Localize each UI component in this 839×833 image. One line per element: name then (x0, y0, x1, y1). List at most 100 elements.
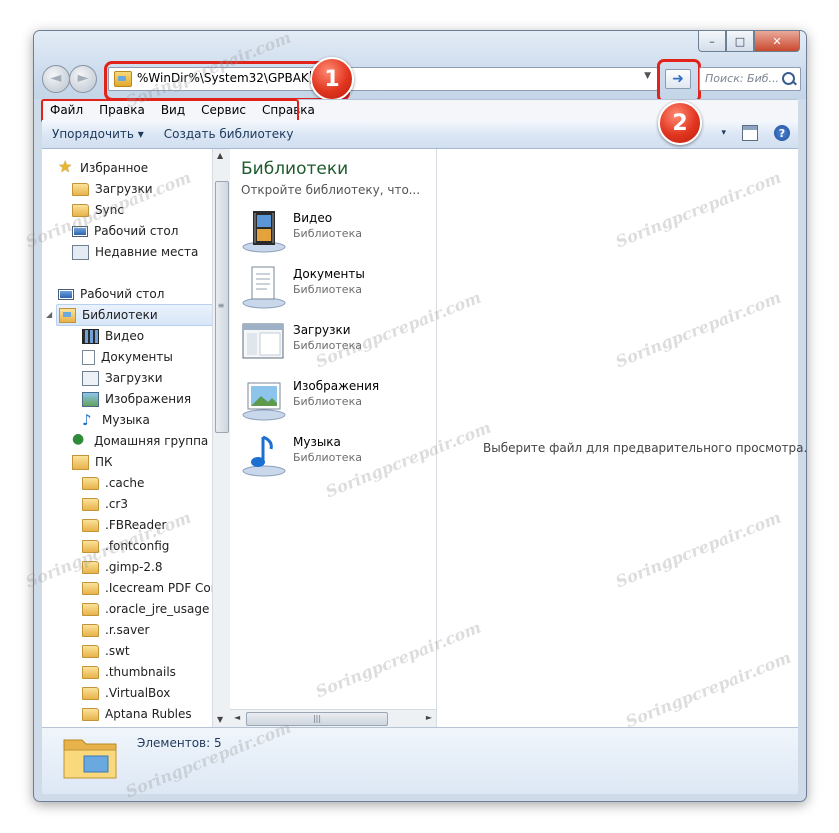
tree-label: .VirtualBox (105, 686, 171, 700)
folder-icon (82, 707, 99, 721)
tree-label: Загрузки (105, 371, 163, 385)
views-dropdown-icon[interactable]: ▾ (721, 128, 726, 138)
libraries-scroll-thumb[interactable]: ||| (246, 712, 388, 726)
pictures-icon (82, 391, 99, 407)
tree-label: Sync (95, 203, 124, 217)
tree-item-libraries[interactable]: Библиотеки (56, 304, 212, 326)
tree-label: .cache (105, 476, 145, 490)
documents-library-icon (242, 266, 286, 309)
tree-label: Музыка (102, 413, 150, 427)
minimize-button[interactable]: – (698, 31, 726, 52)
scroll-up-icon[interactable]: ▲ (217, 151, 223, 160)
caption-buttons: – □ ✕ (698, 31, 800, 53)
nav-scrollbar[interactable]: ▲ ≡ ▼ (212, 149, 230, 727)
content-area: Избранное Загрузки Sync Рабочий стол Нед… (42, 149, 806, 728)
tree-label: Рабочий стол (80, 287, 165, 301)
tree-label: Рабочий стол (94, 224, 179, 238)
tree-label: .cr3 (105, 497, 128, 511)
tree-label: Видео (105, 329, 145, 343)
folder-icon (72, 182, 89, 196)
library-type: Библиотека (293, 227, 362, 240)
search-icon[interactable] (782, 72, 795, 85)
library-item-images[interactable]: Изображения Библиотека (241, 373, 426, 425)
video-icon (82, 328, 99, 344)
maximize-button[interactable]: □ (726, 31, 754, 52)
tree-item-images[interactable]: Изображения (82, 389, 191, 409)
tree-item-music[interactable]: Музыка (82, 410, 150, 430)
help-icon[interactable]: ? (774, 125, 790, 141)
back-button[interactable]: ◄ (42, 65, 70, 93)
tree-item-video[interactable]: Видео (82, 326, 144, 346)
library-item-video[interactable]: Видео Библиотека (241, 205, 426, 257)
scroll-grip-icon: ≡ (217, 301, 225, 310)
tree-label: .fontconfig (105, 539, 170, 553)
tree-item-downloads[interactable]: Загрузки (72, 179, 153, 199)
tree-item-folder[interactable]: .oracle_jre_usage (82, 599, 209, 619)
item-count: Элементов: 5 (137, 736, 222, 750)
tree-item-folder[interactable]: .fontconfig (82, 536, 169, 556)
tree-item-folder[interactable]: Aptana Rubles (82, 704, 192, 724)
tree-item-folder[interactable]: .gimp-2.8 (82, 557, 163, 577)
close-button[interactable]: ✕ (754, 31, 800, 52)
computer-icon (72, 454, 89, 470)
libraries-icon (59, 307, 76, 323)
homegroup-icon (72, 431, 88, 448)
tree-item-folder[interactable]: .cr3 (82, 494, 128, 514)
library-name: Документы (293, 267, 365, 281)
preview-message: Выберите файл для предварительного просм… (483, 441, 807, 455)
tree-label: ПК (95, 455, 113, 469)
create-library-button[interactable]: Создать библиотеку (154, 127, 304, 141)
search-box[interactable]: Поиск: Биб... (699, 67, 801, 91)
downloads-icon (82, 370, 99, 386)
tree-item-folder[interactable]: .Icecream PDF Conv (82, 578, 212, 598)
library-item-downloads[interactable]: Загрузки Библиотека (241, 317, 426, 369)
library-type: Библиотека (293, 339, 362, 352)
music-icon (82, 411, 96, 429)
recent-places-icon (72, 244, 89, 260)
tree-item-downloads-lib[interactable]: Загрузки (82, 368, 163, 388)
tree-item-folder[interactable]: .thumbnails (82, 662, 176, 682)
downloads-library-icon (242, 323, 284, 359)
address-dropdown-icon[interactable]: ▼ (644, 71, 651, 81)
tree-item-pc[interactable]: ПК (72, 452, 113, 472)
tree-label: .gimp-2.8 (105, 560, 163, 574)
explorer-window: – □ ✕ ◄ ► %WinDir%\System32\GPBAK ▼ 1 ➜ … (33, 30, 807, 802)
desktop-icon (72, 225, 88, 237)
libraries-subtitle: Откройте библиотеку, чтo... (241, 183, 421, 197)
callout-badge-1: 1 (310, 57, 354, 101)
tree-item-homegroup[interactable]: Домашняя группа (72, 431, 208, 451)
library-item-documents[interactable]: Документы Библиотека (241, 261, 426, 313)
organize-button[interactable]: Упорядочить ▾ (42, 127, 154, 141)
tree-item-folder[interactable]: .swt (82, 641, 130, 661)
tree-item-favorites[interactable]: Избранное (58, 157, 148, 178)
library-name: Загрузки (293, 323, 351, 337)
libraries-hscrollbar[interactable]: ◄ ||| ► (230, 709, 436, 727)
tree-label: .oracle_jre_usage (105, 602, 210, 616)
tree-label: .thumbnails (105, 665, 176, 679)
tree-item-desktop[interactable]: Рабочий стол (58, 284, 164, 304)
library-type: Библиотека (293, 451, 362, 464)
tree-label: Документы (101, 350, 173, 364)
tree-item-sync[interactable]: Sync (72, 200, 124, 220)
tree-item-folder[interactable]: .r.saver (82, 620, 149, 640)
forward-button[interactable]: ► (69, 65, 97, 93)
preview-pane-icon[interactable] (742, 125, 758, 141)
collapse-arrow-icon[interactable]: ◢ (46, 310, 52, 319)
tree-item-documents[interactable]: Документы (82, 347, 173, 367)
tree-item-folder[interactable]: .cache (82, 473, 144, 493)
folder-icon (82, 686, 99, 700)
tree-label: Домашняя группа (94, 434, 209, 448)
tree-item-folder[interactable]: .VirtualBox (82, 683, 170, 703)
tree-label: Загрузки (95, 182, 153, 196)
scroll-left-icon[interactable]: ◄ (234, 713, 240, 722)
scroll-right-icon[interactable]: ► (426, 713, 432, 722)
navigation-buttons: ◄ ► (42, 65, 98, 93)
tree-item-folder[interactable]: .FBReader (82, 515, 166, 535)
libraries-pane: Библиотеки Откройте библиотеку, чтo... В… (230, 149, 437, 727)
music-library-icon (242, 435, 286, 477)
library-item-music[interactable]: Музыка Библиотека (241, 429, 426, 481)
scroll-down-icon[interactable]: ▼ (217, 715, 223, 724)
tree-item-desktop-fav[interactable]: Рабочий стол (72, 221, 178, 241)
forward-arrow-icon: ► (77, 70, 89, 86)
tree-item-recent[interactable]: Недавние места (72, 242, 198, 262)
